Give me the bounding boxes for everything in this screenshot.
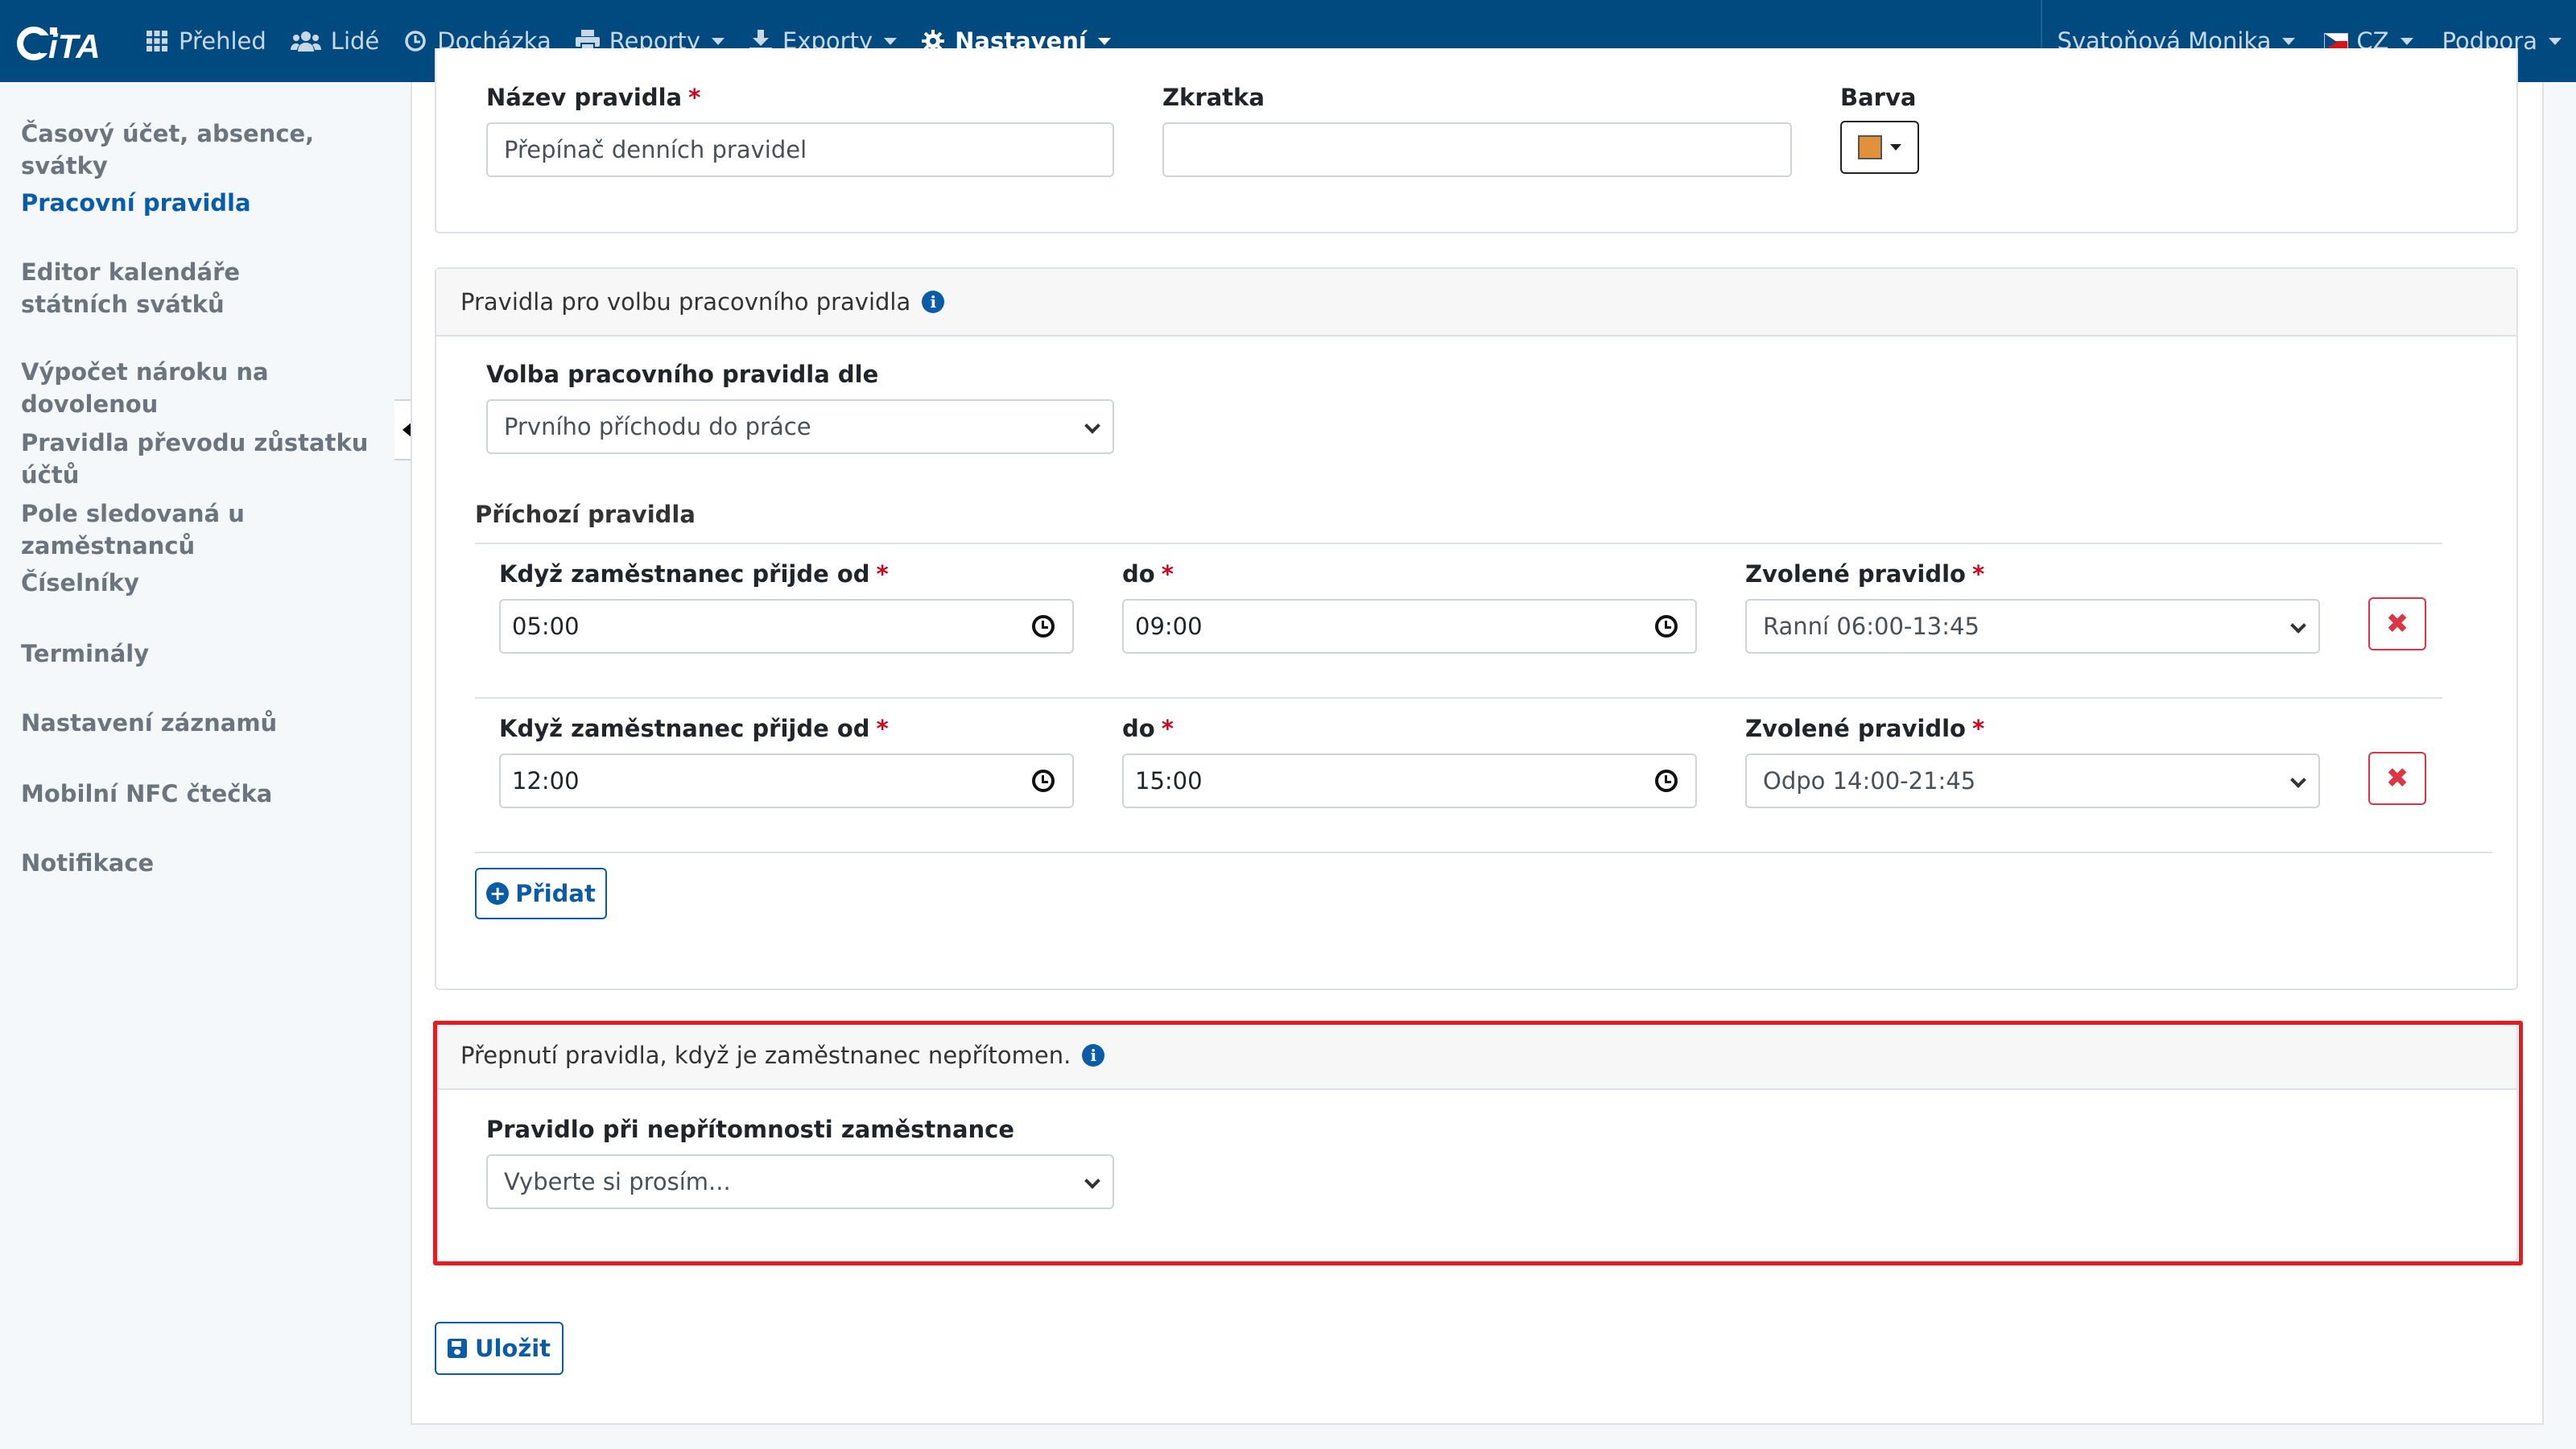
nav-prehled[interactable]: Přehled [145, 0, 266, 82]
nav-lide[interactable]: Lidé [290, 0, 380, 82]
rule-name-input[interactable]: Přepínač denních pravidel [486, 122, 1114, 177]
from-time-input[interactable]: 12:00 [499, 753, 1074, 808]
highlight-frame [433, 1021, 2523, 1265]
divider [475, 697, 2442, 699]
users-icon [290, 29, 321, 53]
chevron-down-icon [1084, 418, 1100, 434]
rule-label: Zvolené pravidlo * [1745, 560, 1985, 588]
chevron-down-icon [2549, 37, 2562, 45]
selection-mode-select[interactable]: Prvního příchodu do práce [486, 399, 1114, 454]
chevron-down-icon [1097, 37, 1111, 45]
incoming-rules-title: Příchozí pravidla [475, 501, 696, 528]
color-picker-button[interactable] [1840, 121, 1919, 174]
rule-select[interactable]: Odpo 14:00-21:45 [1745, 753, 2320, 808]
sidebar-item-holiday-editor[interactable]: Editor kalendáře státních svátků [21, 256, 327, 320]
rule-label: Zvolené pravidlo * [1745, 715, 1985, 742]
rule-select[interactable]: Ranní 06:00-13:45 [1745, 599, 2320, 654]
floppy-disk-icon [447, 1339, 467, 1358]
to-time-input[interactable]: 09:00 [1122, 599, 1697, 654]
sidebar-item-notifications[interactable]: Notifikace [21, 847, 383, 879]
info-icon[interactable]: i [922, 291, 945, 313]
abbreviation-input[interactable] [1162, 122, 1792, 177]
ita-logo[interactable]: iTA [16, 21, 124, 63]
clock-icon[interactable] [1655, 615, 1678, 638]
nav-label: Přehled [179, 27, 266, 55]
card-title: Pravidla pro volbu pracovního pravidla [460, 288, 911, 316]
to-label: do * [1122, 715, 1174, 742]
clock-icon[interactable] [1032, 615, 1055, 638]
chevron-down-icon [1890, 144, 1901, 151]
card-header: Pravidla pro volbu pracovního pravidla i [436, 269, 2516, 336]
sidebar-item-nfc-reader[interactable]: Mobilní NFC čtečka [21, 778, 383, 810]
sidebar-item-terminals[interactable]: Terminály [21, 638, 383, 670]
sidebar-item-codelists[interactable]: Číselníky [21, 567, 383, 599]
clock-icon [403, 29, 427, 53]
chevron-down-icon [2400, 37, 2413, 45]
sidebar-item-balance-transfer[interactable]: Pravidla převodu zůstatku účtů [21, 427, 383, 491]
chevron-down-icon [712, 37, 725, 45]
from-time-input[interactable]: 05:00 [499, 599, 1074, 654]
color-label: Barva [1840, 84, 1917, 111]
sidebar-item-time-account[interactable]: Časový účet, absence, svátky [21, 118, 383, 182]
clock-icon[interactable] [1032, 770, 1055, 792]
chevron-down-icon [2282, 37, 2296, 45]
sidebar-item-record-settings[interactable]: Nastavení záznamů [21, 707, 383, 739]
settings-sidebar: Časový účet, absence, svátky Pracovní pr… [0, 82, 394, 1449]
close-icon: ✖ [2385, 762, 2409, 795]
plus-circle-icon: + [486, 882, 510, 905]
color-swatch [1858, 135, 1882, 159]
add-rule-button[interactable]: + Přidat [475, 868, 607, 919]
to-time-input[interactable]: 15:00 [1122, 753, 1697, 808]
from-label: Když zaměstnanec přijde od * [499, 560, 889, 588]
chevron-down-icon [884, 37, 898, 45]
close-icon: ✖ [2385, 608, 2409, 640]
selection-mode-label: Volba pracovního pravidla dle [486, 361, 879, 388]
nav-label: Lidé [330, 27, 380, 55]
grid-icon [145, 29, 169, 53]
czech-flag-icon [2324, 33, 2349, 49]
sidebar-item-tracked-fields[interactable]: Pole sledovaná u zaměstnanců [21, 497, 383, 562]
save-button[interactable]: Uložit [435, 1322, 564, 1375]
clock-icon[interactable] [1655, 770, 1678, 792]
abbreviation-label: Zkratka [1162, 84, 1265, 111]
divider [475, 852, 2492, 853]
delete-row-button[interactable]: ✖ [2368, 597, 2426, 650]
to-label: do * [1122, 560, 1174, 588]
rule-name-label: Název pravidla * [486, 84, 701, 111]
chevron-down-icon [2290, 617, 2306, 634]
sidebar-item-vacation-calc[interactable]: Výpočet nároku na dovolenou [21, 356, 383, 420]
divider [475, 543, 2442, 544]
logo-text: iTA [48, 27, 101, 63]
delete-row-button[interactable]: ✖ [2368, 752, 2426, 805]
chevron-down-icon [2290, 772, 2306, 788]
from-label: Když zaměstnanec přijde od * [499, 715, 889, 742]
sidebar-item-work-rules[interactable]: Pracovní pravidla [21, 187, 383, 219]
